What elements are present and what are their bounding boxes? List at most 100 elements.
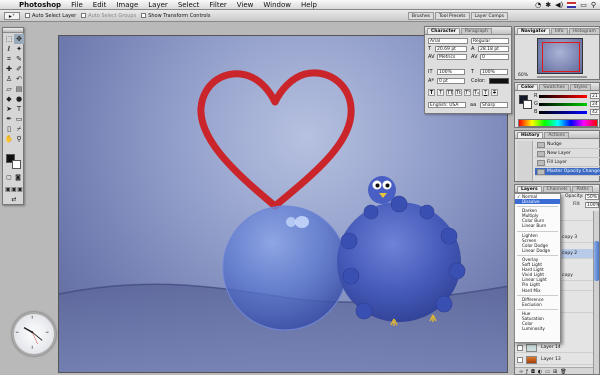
- tab-navigator[interactable]: Navigator: [517, 28, 550, 34]
- healing-brush-icon[interactable]: ✚: [4, 64, 14, 74]
- menu-image[interactable]: Image: [111, 1, 143, 9]
- color-r-slider[interactable]: [539, 95, 587, 98]
- lasso-tool-icon[interactable]: ℓ: [4, 44, 14, 54]
- baseline-shift-field[interactable]: 0 pt: [437, 78, 465, 84]
- marquee-tool-icon[interactable]: ⬚: [4, 34, 14, 44]
- volume-icon[interactable]: ◀): [555, 1, 563, 9]
- hand-tool-icon[interactable]: ✋: [4, 134, 14, 144]
- wifi-icon[interactable]: ◔: [535, 1, 541, 9]
- well-tab-tool-presets[interactable]: Tool Presets: [434, 11, 470, 20]
- tab-actions[interactable]: Actions: [544, 132, 569, 138]
- type-tool-icon[interactable]: T: [14, 104, 24, 114]
- color-g-slider[interactable]: [539, 103, 587, 106]
- font-size-field[interactable]: 20.69 pt: [435, 46, 467, 52]
- auto-select-layer-checkbox[interactable]: [25, 12, 30, 18]
- history-item-current[interactable]: Master Opacity Change: [535, 168, 600, 176]
- color-r-value[interactable]: 21: [590, 93, 600, 99]
- navigator-zoom-slider[interactable]: [537, 76, 587, 78]
- history-brush-icon[interactable]: ↶: [14, 74, 24, 84]
- clock-widget[interactable]: [12, 312, 56, 356]
- tab-info[interactable]: Info: [551, 28, 568, 34]
- auto-select-groups-checkbox[interactable]: [81, 12, 87, 18]
- zoom-tool-icon[interactable]: ⚲: [14, 134, 24, 144]
- trash-icon[interactable]: 🗑: [560, 369, 566, 374]
- blend-option[interactable]: Luminosity: [515, 326, 560, 331]
- brush-tool-icon[interactable]: ✐: [14, 64, 24, 74]
- screen-mode-full-icon[interactable]: ▣: [17, 186, 23, 194]
- tab-color[interactable]: Color: [517, 84, 539, 90]
- tab-character[interactable]: Character: [427, 28, 460, 34]
- color-b-value[interactable]: 42: [590, 109, 600, 115]
- navigator-view-frame[interactable]: [542, 42, 580, 72]
- antialias-select[interactable]: Sharp: [480, 102, 508, 108]
- path-select-icon[interactable]: ➤: [4, 104, 14, 114]
- menu-file[interactable]: File: [66, 1, 88, 9]
- auto-select-layer-option[interactable]: Auto Select Layer: [25, 12, 76, 19]
- blur-tool-icon[interactable]: ◆: [4, 94, 14, 104]
- history-item[interactable]: Fill Layer: [535, 159, 600, 167]
- subscript-button[interactable]: T₁: [473, 89, 480, 96]
- magic-wand-tool-icon[interactable]: ✦: [14, 44, 24, 54]
- color-background-swatch[interactable]: [523, 100, 532, 109]
- move-tool-icon[interactable]: ✥: [14, 34, 24, 44]
- navigator-thumbnail[interactable]: [537, 38, 583, 74]
- horizontal-scale-field[interactable]: 100%: [480, 69, 508, 75]
- background-color-swatch[interactable]: [12, 160, 21, 169]
- show-transform-option[interactable]: Show Transform Controls: [141, 12, 210, 19]
- navigator-zoom[interactable]: 60%: [518, 73, 528, 79]
- text-color-swatch[interactable]: [489, 78, 509, 84]
- layer-style-icon[interactable]: ƒ: [526, 369, 528, 374]
- well-tab-brushes[interactable]: Brushes: [407, 11, 434, 20]
- adjustment-layer-icon[interactable]: ◐: [538, 369, 542, 374]
- new-group-icon[interactable]: ▭: [545, 369, 550, 374]
- tab-history[interactable]: History: [517, 132, 544, 138]
- crop-tool-icon[interactable]: ⌗: [4, 54, 14, 64]
- leading-field[interactable]: 28.18 pt: [478, 46, 509, 52]
- small-caps-button[interactable]: Tt: [455, 89, 462, 96]
- tab-paths[interactable]: Paths: [572, 186, 593, 192]
- tab-swatches[interactable]: Swatches: [539, 84, 569, 90]
- tab-channels[interactable]: Channels: [542, 186, 572, 192]
- color-spectrum-bar[interactable]: [518, 119, 598, 127]
- pen-tool-icon[interactable]: ✒: [4, 114, 14, 124]
- menu-filter[interactable]: Filter: [204, 1, 231, 9]
- show-transform-checkbox[interactable]: [141, 12, 147, 18]
- spotlight-icon[interactable]: ⚲: [591, 1, 596, 9]
- fill-field[interactable]: 100%: [585, 202, 599, 208]
- standard-mode-icon[interactable]: ▢: [5, 174, 13, 182]
- tab-styles[interactable]: Styles: [569, 84, 592, 90]
- battery-icon[interactable]: ▭: [580, 1, 587, 9]
- menu-layer[interactable]: Layer: [143, 1, 173, 9]
- slice-tool-icon[interactable]: ✎: [14, 54, 24, 64]
- menu-edit[interactable]: Edit: [88, 1, 112, 9]
- font-style-select[interactable]: Regular: [471, 38, 509, 44]
- visibility-eye-icon[interactable]: [517, 357, 523, 363]
- all-caps-button[interactable]: TT: [446, 89, 453, 96]
- strikethrough-button[interactable]: T: [491, 89, 498, 96]
- color-g-value[interactable]: 24: [590, 101, 600, 107]
- menu-app-name[interactable]: Photoshop: [14, 1, 66, 9]
- tab-histogram[interactable]: Histogram: [568, 28, 600, 34]
- faux-bold-button[interactable]: T: [428, 89, 435, 96]
- gradient-tool-icon[interactable]: ▤: [14, 84, 24, 94]
- quick-mask-icon[interactable]: ◙: [14, 174, 22, 182]
- clone-stamp-icon[interactable]: ♙: [4, 74, 14, 84]
- font-family-select[interactable]: Arial: [428, 38, 468, 44]
- history-item[interactable]: New Layer: [535, 150, 600, 158]
- layer-row[interactable]: Layer 13: [515, 355, 595, 365]
- eraser-tool-icon[interactable]: ▱: [4, 84, 14, 94]
- history-item[interactable]: Nudge: [535, 141, 600, 149]
- notes-tool-icon[interactable]: ▯: [4, 124, 14, 134]
- menu-view[interactable]: View: [232, 1, 259, 9]
- bluetooth-icon[interactable]: ✱: [545, 1, 551, 9]
- tab-paragraph[interactable]: Paragraph: [460, 28, 492, 34]
- vertical-scale-field[interactable]: 100%: [437, 69, 465, 75]
- tracking-field[interactable]: 0: [480, 54, 509, 60]
- imageready-icon[interactable]: ⇄: [8, 196, 20, 204]
- underline-button[interactable]: T: [482, 89, 489, 96]
- well-tab-layer-comps[interactable]: Layer Comps: [470, 11, 508, 20]
- visibility-eye-icon[interactable]: [517, 345, 523, 351]
- tab-layers[interactable]: Layers: [517, 186, 542, 192]
- tool-preset-picker[interactable]: ▸⁺: [4, 11, 20, 20]
- eyedropper-icon[interactable]: ⌿: [14, 124, 24, 134]
